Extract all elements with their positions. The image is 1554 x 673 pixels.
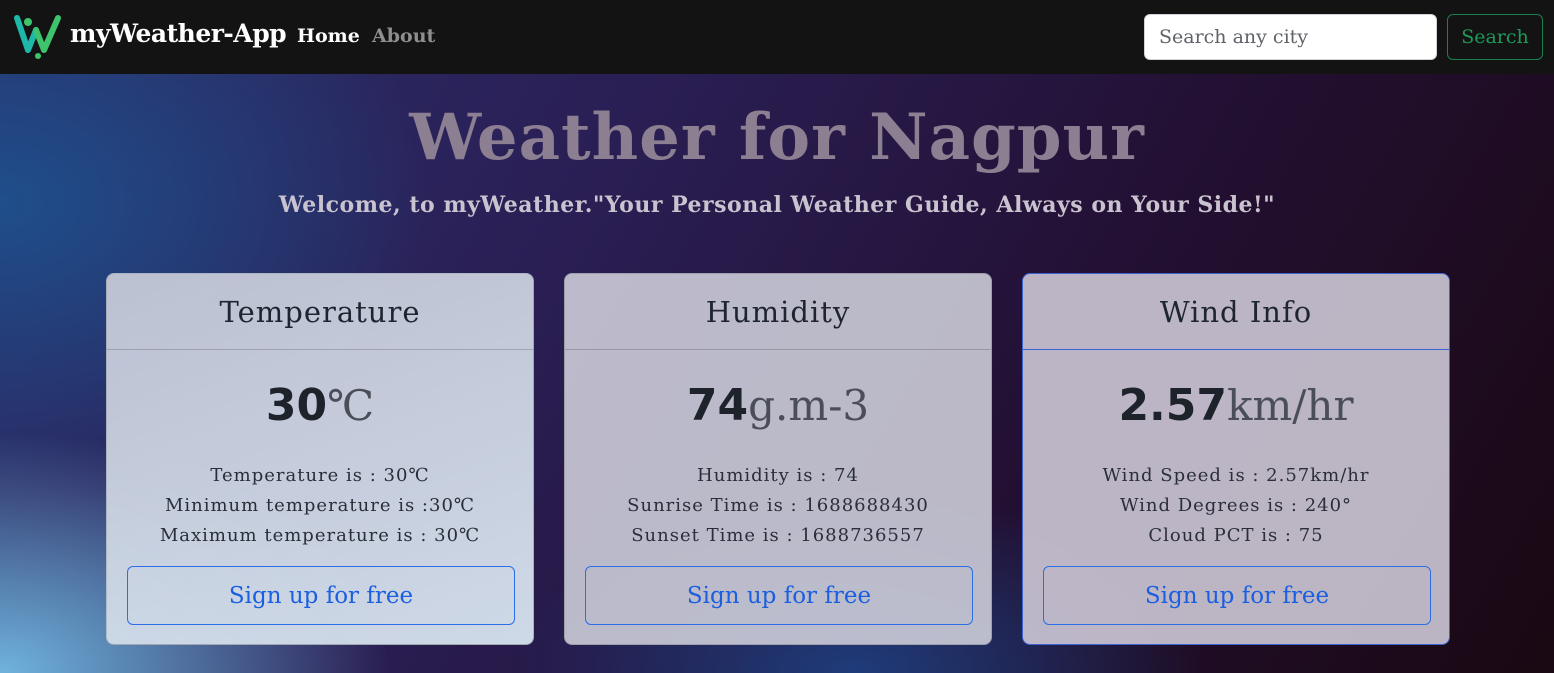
- temperature-value: 30: [265, 380, 328, 431]
- signup-button[interactable]: Sign up for free: [585, 566, 973, 625]
- card-value: 74g.m-3: [565, 378, 991, 443]
- detail-line: Humidity is : 74: [697, 465, 859, 486]
- detail-line: Wind Speed is : 2.57km/hr: [1102, 465, 1370, 486]
- detail-line: Temperature is : 30℃: [210, 465, 430, 486]
- detail-line: Maximum temperature is : 30℃: [159, 525, 481, 546]
- card-details: Humidity is : 74 Sunrise Time is : 16886…: [565, 461, 991, 551]
- card-details: Temperature is : 30℃ Minimum temperature…: [107, 461, 533, 551]
- card-details: Wind Speed is : 2.57km/hr Wind Degrees i…: [1023, 461, 1449, 551]
- signup-button[interactable]: Sign up for free: [1043, 566, 1431, 625]
- signup-button[interactable]: Sign up for free: [127, 566, 515, 625]
- city-search-input[interactable]: [1144, 14, 1437, 60]
- brand-name: myWeather-App: [70, 18, 287, 48]
- humidity-card: Humidity 74g.m-3 Humidity is : 74 Sunris…: [564, 273, 992, 645]
- navbar: myWeather-App Home About Search: [0, 0, 1554, 74]
- page-title: Weather for Nagpur: [409, 100, 1145, 175]
- nav-home-link[interactable]: Home: [297, 25, 360, 47]
- wind-unit: km/hr: [1227, 381, 1354, 430]
- humidity-unit: g.m-3: [748, 381, 870, 430]
- card-header: Wind Info: [1023, 274, 1449, 350]
- detail-line: Minimum temperature is :30℃: [164, 495, 476, 516]
- humidity-value: 74: [686, 380, 749, 431]
- weather-logo-icon: [14, 15, 61, 59]
- detail-line: Sunrise Time is : 1688688430: [627, 495, 929, 516]
- wind-card: Wind Info 2.57km/hr Wind Speed is : 2.57…: [1022, 273, 1450, 645]
- brand[interactable]: myWeather-App: [14, 14, 287, 60]
- card-value: 30℃: [107, 378, 533, 443]
- tagline: Welcome, to myWeather."Your Personal Wea…: [278, 192, 1276, 218]
- wind-value: 2.57: [1118, 380, 1227, 431]
- search-button[interactable]: Search: [1447, 14, 1543, 60]
- card-value: 2.57km/hr: [1023, 378, 1449, 443]
- detail-line: Sunset Time is : 1688736557: [631, 525, 925, 546]
- nav-about-link[interactable]: About: [372, 25, 435, 47]
- detail-line: Cloud PCT is : 75: [1148, 525, 1324, 546]
- temperature-card: Temperature 30℃ Temperature is : 30℃ Min…: [106, 273, 534, 645]
- detail-line: Wind Degrees is : 240°: [1119, 495, 1353, 516]
- card-header: Temperature: [107, 274, 533, 350]
- temperature-unit: ℃: [327, 381, 375, 430]
- card-header: Humidity: [565, 274, 991, 350]
